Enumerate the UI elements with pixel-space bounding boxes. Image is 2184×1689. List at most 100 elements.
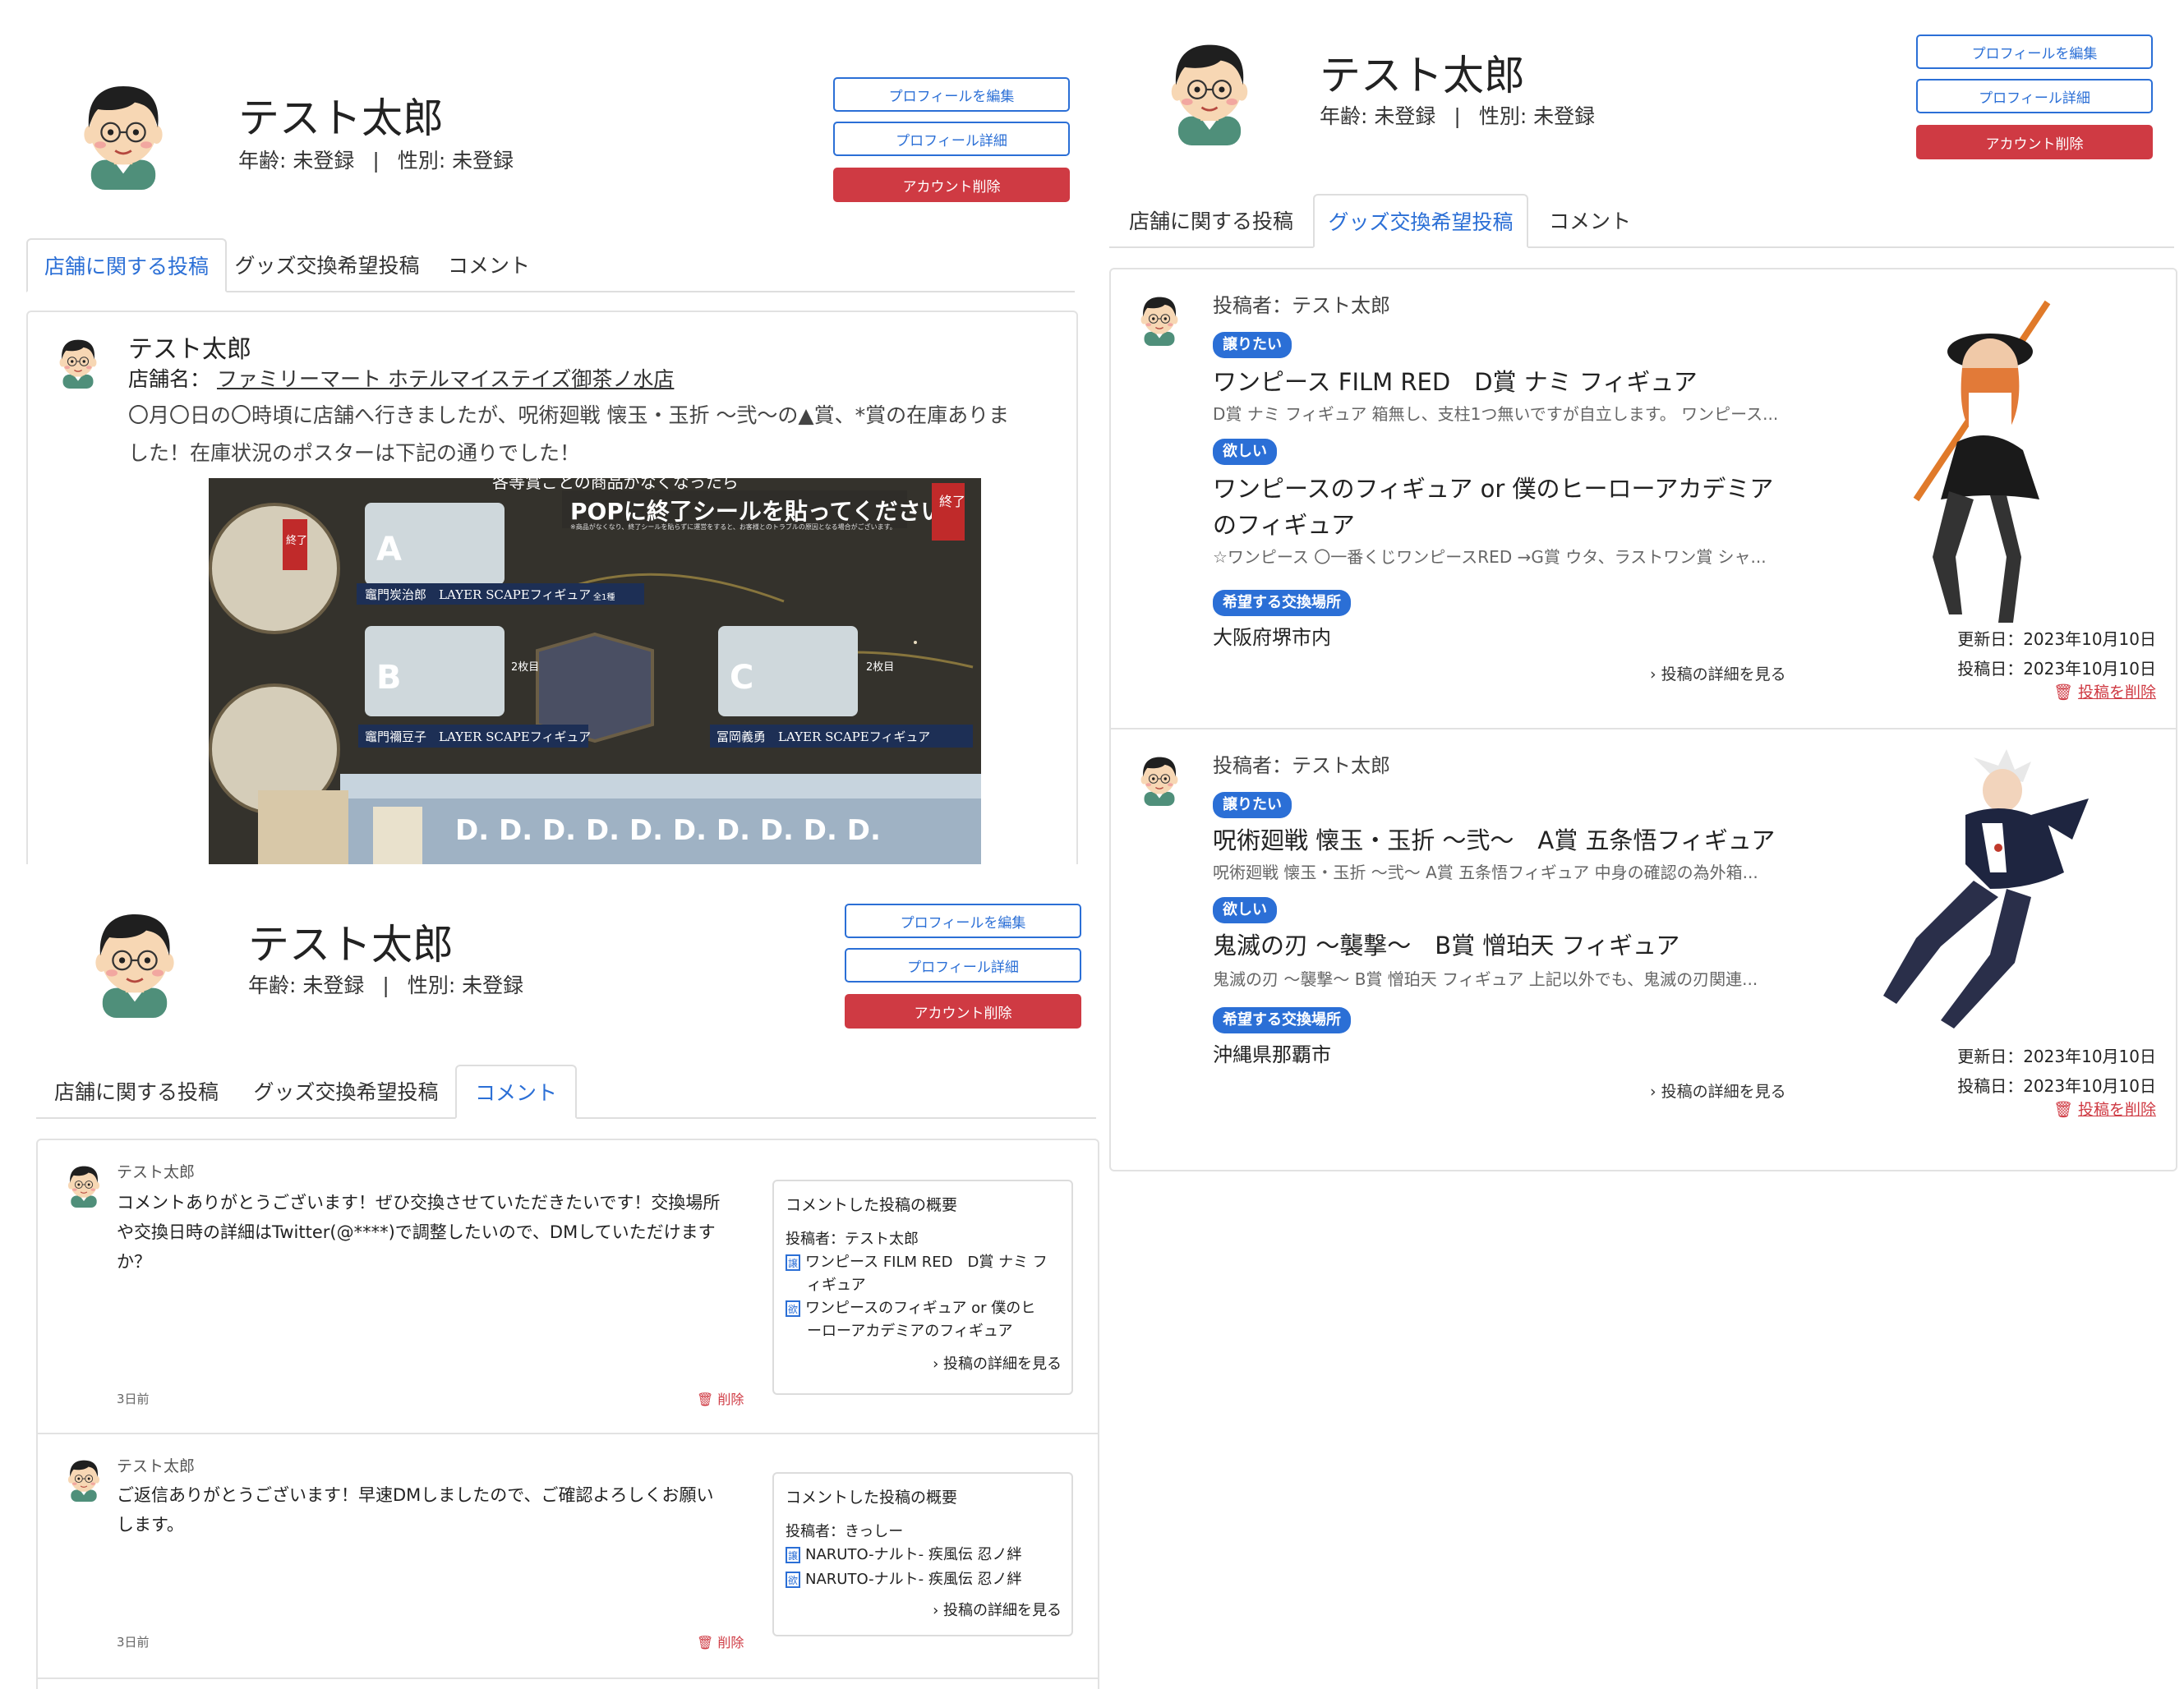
summary-author: 投稿者：きっしー — [786, 1523, 904, 1540]
photo-a-label: 竈門炭治郎 LAYER SCAPEフィギュア — [365, 587, 591, 602]
photo-banner-top: 各等賞ごとの商品がなくなったら — [492, 478, 739, 492]
profile-meta: 年齢: 未登録 | 性別: 未登録 — [238, 145, 514, 174]
post-detail-link[interactable]: › 投稿の詳細を見る — [1650, 662, 1786, 684]
profile-gender: 性別: 未登録 — [397, 149, 514, 173]
trash-icon: 🗑 — [2053, 683, 2073, 702]
give-title: ワンピース FILM RED D賞 ナミ フィギュア — [1213, 368, 1698, 396]
summary-title: コメントした投稿の概要 — [786, 1489, 958, 1507]
photo-two-tag: 2枚目 — [511, 661, 539, 674]
meta-separator: | — [372, 149, 380, 173]
comment-body-line-1: ご返信ありがとうございます！早速DMしましたので、ご確認よろしくお願い — [117, 1485, 714, 1505]
profile-detail-button[interactable]: プロフィール詳細 — [833, 122, 1070, 156]
profile-panel-store-tab: テスト太郎 年齢: 未登録 | 性別: 未登録 プロフィールを編集 プロフィール詳細… — [0, 0, 1101, 864]
summary-want-line-1: NARUTO-ナルト- 疾風伝 忍ノ絆 — [805, 1571, 1022, 1588]
goods-post-list: 投稿者：テスト太郎 譲りたい ワンピース FILM RED D賞 ナミ フィギュ… — [1109, 268, 2177, 1171]
post-body-line-1: 〇月〇日の〇時頃に店舗へ行きましたが、呪術廻戦 懐玉・玉折 〜弐〜の▲賞、*賞の… — [128, 403, 1010, 427]
tab-goods-posts[interactable]: グッズ交換希望投稿 — [227, 238, 427, 291]
commented-post-summary: コメントした投稿の概要 投稿者：テスト太郎 譲ワンピース FILM RED D賞… — [772, 1180, 1073, 1395]
summary-detail-link[interactable]: › 投稿の詳細を見る — [933, 1352, 1062, 1374]
tab-goods-posts[interactable]: グッズ交換希望投稿 — [237, 1065, 455, 1117]
summary-author: 投稿者：テスト太郎 — [786, 1231, 919, 1248]
place-badge: 希望する交換場所 — [1213, 590, 1351, 616]
comment-author-avatar — [61, 1452, 107, 1505]
meta-separator: | — [1454, 104, 1461, 128]
photo-banner-main: POPに終了シールを貼ってください。 — [570, 498, 967, 525]
post-detail-link[interactable]: › 投稿の詳細を見る — [1650, 1079, 1786, 1102]
exchange-place: 沖縄県那覇市 — [1213, 1043, 1331, 1066]
delete-account-button[interactable]: アカウント削除 — [1916, 125, 2153, 159]
post-author-avatar — [1132, 288, 1186, 350]
tab-comments[interactable]: コメント — [427, 238, 551, 291]
posted-date: 投稿日：2023年10月10日 — [1957, 659, 2156, 679]
want-tag-icon: 欲 — [786, 1572, 800, 1588]
tab-goods-posts[interactable]: グッズ交換希望投稿 — [1313, 194, 1528, 248]
profile-age: 年齢: 未登録 — [238, 149, 355, 173]
profile-panel-goods-tab: テスト太郎 年齢: 未登録 | 性別: 未登録 プロフィールを編集 プロフィール詳細… — [1101, 0, 2184, 1183]
summary-give-row: 譲ワンピース FILM RED D賞 ナミ フ — [786, 1250, 1048, 1272]
summary-want-line-2: ーローアカデミアのフィギュア — [807, 1323, 1013, 1340]
profile-detail-button[interactable]: プロフィール詳細 — [845, 948, 1081, 983]
delete-post-row: 🗑 投稿を削除 — [2053, 680, 2156, 702]
comment-body-line-3: か？ — [117, 1252, 151, 1272]
want-desc: ☆ワンピース 〇一番くじワンピースRED →G賞 ウタ、ラストワン賞 シャ... — [1213, 547, 1767, 567]
trash-icon: 🗑 — [697, 1635, 714, 1650]
comment-delete-button[interactable]: 削除 — [717, 1392, 744, 1407]
photo-c-label: 冨岡義勇 LAYER SCAPEフィギュア — [716, 729, 930, 744]
delete-account-button[interactable]: アカウント削除 — [833, 168, 1070, 202]
user-avatar — [1154, 28, 1265, 151]
post-body-line-2: した！在庫状況のポスターは下記の通りでした！ — [128, 441, 581, 465]
profile-name: テスト太郎 — [238, 94, 444, 142]
tab-store-posts[interactable]: 店舗に関する投稿 — [26, 238, 227, 292]
profile-meta: 年齢: 未登録 | 性別: 未登録 — [1320, 100, 1595, 130]
goods-post-card: 投稿者：テスト太郎 譲りたい ワンピース FILM RED D賞 ナミ フィギュ… — [1111, 269, 2176, 729]
comment-body-line-1: コメントありがとうございます！ぜひ交換させていただきたいです！交換場所 — [117, 1193, 721, 1213]
delete-post-link[interactable]: 投稿を削除 — [2078, 1101, 2156, 1119]
profile-meta: 年齢: 未登録 | 性別: 未登録 — [248, 969, 523, 999]
photo-two-tag-2: 2枚目 — [866, 661, 894, 674]
tab-comments[interactable]: コメント — [455, 1065, 577, 1119]
give-tag-icon: 譲 — [786, 1254, 800, 1271]
delete-post-row: 🗑 投稿を削除 — [2053, 1098, 2156, 1120]
place-badge: 希望する交換場所 — [1213, 1007, 1351, 1033]
summary-give-line-1: NARUTO-ナルト- 疾風伝 忍ノ絆 — [805, 1546, 1022, 1563]
edit-profile-button[interactable]: プロフィールを編集 — [1916, 35, 2153, 69]
goods-post-card: 投稿者：テスト太郎 譲りたい 呪術廻戦 懐玉・玉折 〜弐〜 A賞 五条悟フィギュ… — [1111, 729, 2176, 1168]
comment-delete-button[interactable]: 削除 — [717, 1635, 744, 1650]
post-author-label: 投稿者：テスト太郎 — [1213, 754, 1390, 777]
tab-store-posts[interactable]: 店舗に関する投稿 — [36, 1065, 237, 1117]
summary-detail-link[interactable]: › 投稿の詳細を見る — [933, 1599, 1062, 1620]
edit-profile-button[interactable]: プロフィールを編集 — [833, 77, 1070, 112]
figure-image — [1867, 749, 2097, 1045]
profile-tabs: 店舗に関する投稿 グッズ交換希望投稿 コメント — [26, 238, 1075, 292]
store-name-row: 店舗名： ファミリーマート ホテルマイステイズ御茶ノ水店 — [128, 363, 674, 393]
post-photo: 各等賞ごとの商品がなくなったら POPに終了シールを貼ってください。 ※商品がな… — [209, 478, 981, 864]
profile-age: 年齢: 未登録 — [1320, 104, 1436, 128]
profile-age: 年齢: 未登録 — [248, 973, 365, 997]
delete-post-link[interactable]: 投稿を削除 — [2078, 683, 2156, 702]
give-desc: 呪術廻戦 懐玉・玉折 〜弐〜 A賞 五条悟フィギュア 中身の確認の為外箱... — [1213, 863, 1758, 882]
edit-profile-button[interactable]: プロフィールを編集 — [845, 904, 1081, 938]
post-author-avatar — [51, 330, 105, 393]
store-name-link[interactable]: ファミリーマート ホテルマイステイズ御茶ノ水店 — [217, 367, 674, 391]
give-desc: D賞 ナミ フィギュア 箱無し、支柱1つ無いですが自立します。 ワンピース... — [1213, 404, 1779, 424]
commented-post-summary: コメントした投稿の概要 投稿者：きっしー 譲 NARUTO-ナルト- 疾風伝 忍ノ… — [772, 1472, 1073, 1636]
tab-store-posts[interactable]: 店舗に関する投稿 — [1109, 194, 1313, 246]
comment-delete-row: 🗑 削除 — [697, 1631, 744, 1651]
photo-d-row: D. D. D. D. D. D. D. D. D. D. — [455, 814, 881, 847]
summary-want-row: 欲 NARUTO-ナルト- 疾風伝 忍ノ絆 — [786, 1567, 1022, 1589]
summary-title: コメントした投稿の概要 — [786, 1196, 958, 1214]
svg-text:C: C — [730, 659, 753, 697]
want-badge: 欲しい — [1213, 439, 1277, 465]
delete-account-button[interactable]: アカウント削除 — [845, 994, 1081, 1029]
tab-comments[interactable]: コメント — [1528, 194, 1652, 246]
trash-icon: 🗑 — [697, 1392, 714, 1407]
comment-item: テスト太郎 コメントありがとうございます！ぜひ交換させていただきたいです！交換場… — [38, 1140, 1098, 1434]
svg-text:B: B — [376, 659, 402, 697]
profile-detail-button[interactable]: プロフィール詳細 — [1916, 79, 2153, 113]
give-tag-icon: 譲 — [786, 1547, 800, 1563]
give-badge: 譲りたい — [1213, 332, 1292, 358]
comment-author-name: テスト太郎 — [117, 1457, 196, 1475]
summary-give-line-1: ワンピース FILM RED D賞 ナミ フ — [805, 1254, 1048, 1271]
post-author-avatar — [1132, 748, 1186, 810]
comment-delete-row: 🗑 削除 — [697, 1388, 744, 1408]
